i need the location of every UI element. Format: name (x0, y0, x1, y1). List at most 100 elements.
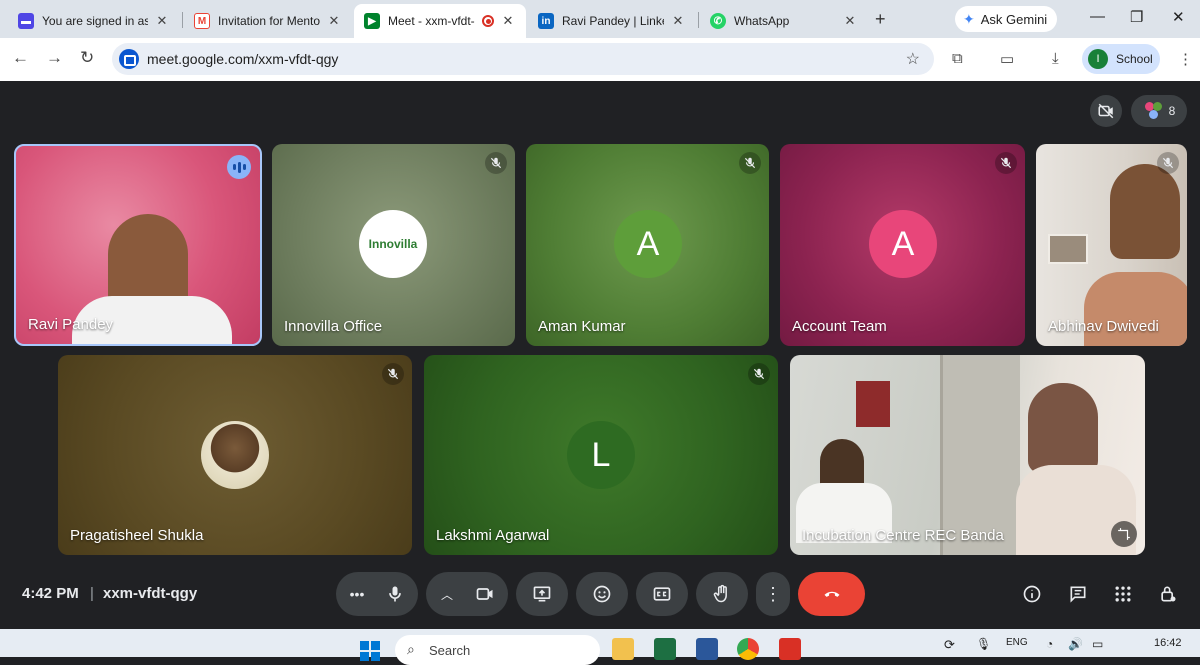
chevron-up-icon[interactable]: ︿ (429, 586, 465, 603)
participant-tile-aman-kumar[interactable]: A Aman Kumar (526, 144, 769, 346)
menu-kebab-icon[interactable]: ⋮ (1178, 50, 1193, 68)
tab-linkedin[interactable]: in Ravi Pandey | Linkedi ✕ (528, 4, 696, 38)
activities-icon[interactable] (1111, 582, 1135, 606)
language-indicator[interactable]: ENG (1006, 637, 1028, 648)
close-tab-icon[interactable]: ✕ (500, 13, 516, 29)
participant-tile-account-team[interactable]: A Account Team (780, 144, 1025, 346)
microphone-icon[interactable] (375, 574, 415, 614)
participant-name: Account Team (792, 318, 887, 335)
window-close-icon[interactable]: ✕ (1172, 8, 1185, 26)
profile-label: School (1116, 52, 1153, 66)
windows-start-icon[interactable] (360, 641, 380, 661)
meeting-code: xxm-vfdt-qgy (103, 585, 198, 602)
participant-tile-incubation-centre[interactable]: Incubation Centre REC Banda (790, 355, 1145, 555)
participant-tile-pragatisheel-shukla[interactable]: Pragatisheel Shukla (58, 355, 412, 555)
close-tab-icon[interactable]: ✕ (326, 13, 342, 29)
cast-icon[interactable]: ▭ (1000, 50, 1014, 68)
download-icon[interactable]: ⤓ (1052, 50, 1059, 67)
camera-off-toggle[interactable] (1090, 95, 1122, 127)
gmail-icon: M (194, 13, 210, 29)
mic-tray-icon[interactable]: 🎙 (976, 637, 991, 651)
captions-icon (653, 587, 671, 601)
battery-icon[interactable]: ▭ (1092, 637, 1103, 651)
address-bar[interactable]: meet.google.com/xxm-vfdt-qgy ☆ (112, 43, 934, 75)
chat-icon[interactable] (1066, 582, 1090, 606)
site-info-icon[interactable] (119, 49, 139, 69)
participant-name: Aman Kumar (538, 318, 626, 335)
participant-tile-lakshmi-agarwal[interactable]: L Lakshmi Agarwal (424, 355, 778, 555)
participant-tile-ravi-pandey[interactable]: Ravi Pandey (14, 144, 262, 346)
restore-icon[interactable]: ❐ (1130, 8, 1143, 26)
bookmark-star-icon[interactable]: ☆ (906, 49, 920, 69)
tab-meet[interactable]: ▶ Meet - xxm-vfdt- ✕ (354, 4, 526, 38)
muted-icon (1157, 152, 1179, 174)
windows-taskbar: ⌕ Search ⟳ 🎙 ENG ◔ 🔊 ▭ 16:42 (0, 629, 1200, 665)
participant-tile-innovilla-office[interactable]: Innovilla Innovilla Office (272, 144, 515, 346)
forward-icon[interactable]: → (46, 48, 63, 68)
avatar: A (614, 210, 682, 278)
more-audio-options-icon[interactable]: ••• (339, 586, 375, 602)
browser-tab-bar: ▬ You are signed in as i ✕ M Invitation … (0, 0, 1200, 38)
tab-invitation[interactable]: M Invitation for Mentor ✕ (184, 4, 352, 38)
muted-icon (485, 152, 507, 174)
search-placeholder: Search (429, 643, 471, 658)
extensions-icon[interactable]: ⧉ (952, 50, 963, 67)
close-tab-icon[interactable]: ✕ (154, 13, 170, 29)
participant-name: Incubation Centre REC Banda (802, 527, 1004, 544)
tab-signed-in[interactable]: ▬ You are signed in as i ✕ (8, 4, 180, 38)
volume-icon[interactable]: 🔊 (1068, 637, 1083, 651)
camera-icon[interactable] (465, 574, 505, 614)
tab-title: Invitation for Mentor (218, 14, 320, 28)
participant-avatars-icon (1143, 101, 1163, 121)
meeting-info-icon[interactable] (1020, 582, 1044, 606)
hand-icon (713, 584, 727, 603)
ask-gemini-button[interactable]: ✦ Ask Gemini (955, 6, 1058, 32)
person-video (1110, 164, 1180, 259)
tab-title: You are signed in as i (42, 14, 148, 28)
host-controls-icon[interactable] (1156, 582, 1180, 606)
wall-poster (856, 381, 890, 427)
network-icon[interactable]: ⟳ (944, 637, 955, 653)
taskbar-search[interactable]: ⌕ Search (395, 635, 600, 665)
close-tab-icon[interactable]: ✕ (842, 13, 858, 29)
shelf-picture (1048, 234, 1088, 264)
muted-icon (382, 363, 404, 385)
door (940, 355, 1020, 555)
present-screen-button[interactable] (516, 572, 568, 616)
participant-count: 8 (1168, 104, 1176, 118)
reload-icon[interactable]: ↻ (80, 48, 94, 68)
new-tab-button[interactable]: + (875, 9, 886, 30)
ask-gemini-label: Ask Gemini (980, 11, 1048, 27)
participant-name: Innovilla Office (284, 318, 383, 335)
wifi-icon[interactable]: ◔ (1046, 637, 1053, 651)
meeting-time: 4:42 PM (22, 585, 79, 602)
avatar: L (567, 421, 635, 489)
search-icon: ⌕ (407, 641, 415, 657)
profile-avatar: I (1088, 49, 1108, 69)
reactions-button[interactable] (576, 572, 628, 616)
tab-title: Meet - xxm-vfdt- (388, 14, 475, 28)
end-call-icon (824, 591, 839, 597)
url-text: meet.google.com/xxm-vfdt-qgy (147, 51, 339, 67)
participants-button[interactable]: 8 (1131, 95, 1187, 127)
logo-text: Innovilla (368, 237, 418, 251)
person-video (1028, 383, 1098, 473)
tab-whatsapp[interactable]: ✆ WhatsApp ✕ (700, 4, 868, 38)
leave-call-button[interactable] (798, 572, 865, 616)
participant-tile-abhinav-dwivedi[interactable]: Abhinav Dwivedi (1036, 144, 1187, 346)
pin-tile-icon[interactable] (1111, 521, 1137, 547)
profile-button[interactable]: I School (1082, 44, 1160, 74)
captions-button[interactable] (636, 572, 688, 616)
avatar: A (869, 210, 937, 278)
participant-name: Ravi Pandey (28, 316, 114, 333)
participant-name: Pragatisheel Shukla (70, 527, 204, 544)
muted-icon (748, 363, 770, 385)
close-tab-icon[interactable]: ✕ (670, 13, 686, 29)
minimize-icon[interactable]: — (1090, 8, 1105, 25)
raise-hand-button[interactable] (696, 572, 748, 616)
more-options-button[interactable]: ⋮ (756, 572, 790, 616)
meet-stage: 8 Ravi Pandey Innovilla Innovilla Office… (0, 81, 1200, 629)
tab-favicon: ▬ (18, 13, 34, 29)
back-icon[interactable]: ← (12, 48, 29, 68)
kebab-icon: ⋮ (764, 583, 782, 604)
